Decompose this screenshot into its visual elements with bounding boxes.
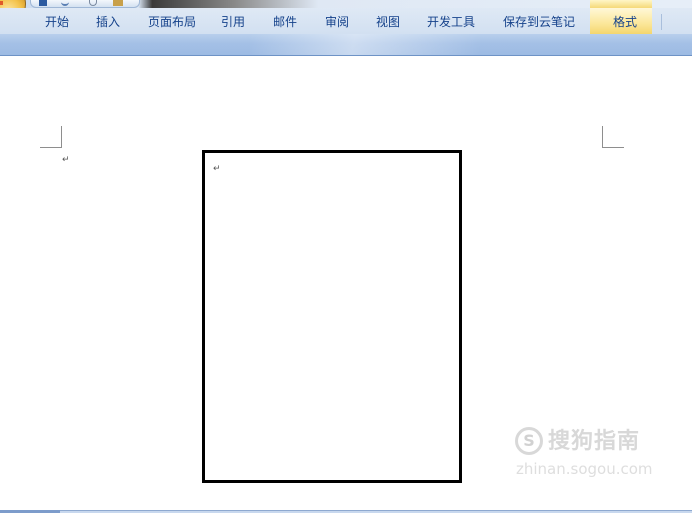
tab-view[interactable]: 视图	[373, 12, 403, 32]
tab-references[interactable]: 引用	[218, 12, 248, 32]
tab-separator	[661, 14, 662, 30]
tab-page-layout[interactable]: 页面布局	[146, 12, 198, 32]
tab-home[interactable]: 开始	[42, 12, 72, 32]
contextual-tab-group-header	[590, 0, 652, 8]
document-canvas[interactable]: ↵ ↵ S 搜狗指南 zhinan.sogou.com	[0, 56, 692, 510]
watermark-brand: 搜狗指南	[548, 429, 641, 454]
margin-corner-top-left	[40, 126, 62, 148]
margin-corner-top-right	[602, 126, 624, 148]
tab-developer[interactable]: 开发工具	[425, 12, 477, 32]
paragraph-mark: ↵	[62, 155, 70, 165]
quick-access-toolbar	[30, 0, 140, 8]
save-icon[interactable]	[39, 0, 47, 6]
office-logo-icon	[0, 0, 3, 5]
text-box-paragraph-mark: ↵	[213, 164, 221, 174]
tab-mailings[interactable]: 邮件	[270, 12, 300, 32]
watermark-url: zhinan.sogou.com	[516, 460, 653, 478]
watermark: S 搜狗指南 zhinan.sogou.com	[512, 427, 672, 487]
tab-review[interactable]: 审阅	[322, 12, 352, 32]
undo-icon[interactable]	[61, 0, 69, 6]
tab-save-to-cloud-notes[interactable]: 保存到云笔记	[500, 12, 578, 32]
print-preview-icon[interactable]	[113, 0, 123, 6]
text-box-frame[interactable]	[202, 150, 462, 483]
tab-format[interactable]: 格式	[608, 12, 642, 32]
ribbon-tab-row: 开始 插入 页面布局 引用 邮件 审阅 视图 开发工具 保存到云笔记 格式	[0, 8, 692, 34]
ribbon-shine	[250, 34, 480, 55]
ribbon-band	[0, 34, 692, 56]
repeat-icon[interactable]	[89, 0, 97, 6]
tab-insert[interactable]: 插入	[93, 12, 123, 32]
sogou-logo-icon: S	[515, 427, 543, 455]
